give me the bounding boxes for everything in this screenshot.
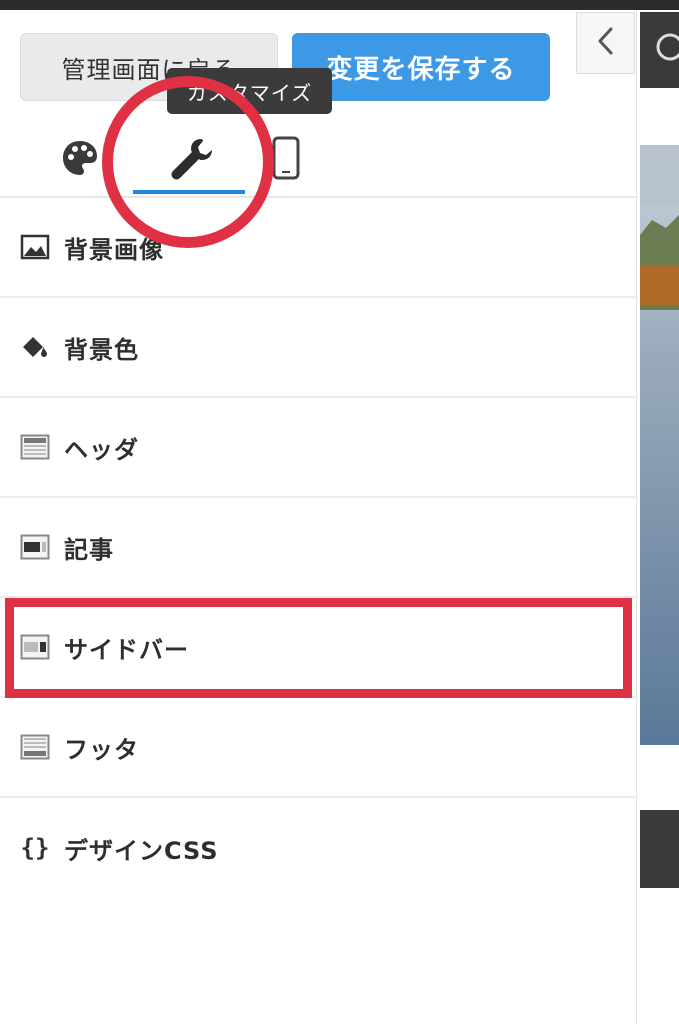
smartphone-icon <box>271 136 301 184</box>
paint-bucket-icon <box>18 330 52 364</box>
tab-design[interactable] <box>55 125 105 195</box>
curly-braces-icon: {} <box>20 834 50 862</box>
menu-item-label: 記事 <box>64 535 114 564</box>
menu-item-background-color[interactable]: 背景色 <box>0 298 637 398</box>
annotation-circle <box>102 76 274 248</box>
window-top-bar <box>0 0 679 10</box>
menu-item-label: フッタ <box>64 735 139 764</box>
menu-item-design-css[interactable]: {} デザインCSS <box>0 798 637 898</box>
layout-footer-icon <box>18 730 52 764</box>
site-preview-strip <box>640 10 679 1024</box>
menu-item-header[interactable]: ヘッダ <box>0 398 637 498</box>
layout-header-icon <box>18 430 52 464</box>
palette-icon <box>60 138 100 182</box>
menu-item-background-image[interactable]: 背景画像 <box>0 198 637 298</box>
collapse-panel-button[interactable] <box>576 12 635 74</box>
menu-item-label: 背景色 <box>64 335 139 364</box>
image-icon <box>18 230 52 264</box>
menu-item-label: デザインCSS <box>64 836 219 865</box>
save-changes-label: 変更を保存する <box>326 54 516 85</box>
preview-dark-block <box>640 810 679 888</box>
menu-item-article[interactable]: 記事 <box>0 498 637 598</box>
annotation-rectangle <box>5 598 632 698</box>
layout-article-icon <box>18 530 52 564</box>
menu-item-footer[interactable]: フッタ <box>0 698 637 798</box>
menu-item-label: ヘッダ <box>64 435 139 464</box>
chevron-left-icon <box>595 26 617 60</box>
